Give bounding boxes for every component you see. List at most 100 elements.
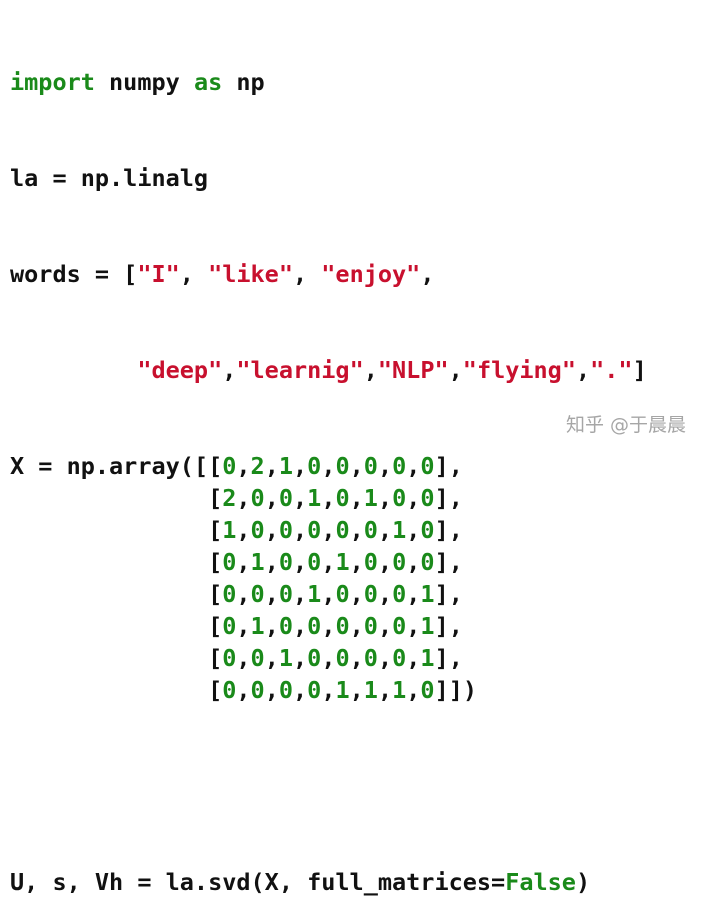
- matrix-value: 0: [420, 516, 435, 544]
- matrix-value: 2: [250, 452, 265, 480]
- watermark: 知乎 @于晨晨: [566, 414, 687, 436]
- matrix-value: 0: [278, 580, 294, 608]
- code-text: ],: [434, 580, 463, 608]
- string-literal: "enjoy": [321, 260, 421, 288]
- code-text: ],: [434, 612, 463, 640]
- matrix-value: 0: [222, 452, 237, 480]
- code-text: ],: [434, 484, 463, 512]
- matrix-value: 1: [278, 452, 294, 480]
- matrix-value: 0: [307, 548, 322, 576]
- comma: ,: [236, 612, 251, 640]
- comma: ,: [321, 516, 336, 544]
- matrix-value: 1: [392, 516, 407, 544]
- matrix-value: 0: [278, 676, 294, 704]
- matrix-literal: X = np.array([[0,2,1,0,0,0,0,0], [2,0,0,…: [10, 450, 647, 706]
- code-text: ,: [222, 356, 237, 384]
- matrix-value: 0: [222, 580, 237, 608]
- matrix-value: 0: [250, 580, 265, 608]
- keyword-false: False: [505, 868, 576, 896]
- code-indent: [: [10, 676, 223, 704]
- comma: ,: [264, 644, 279, 672]
- matrix-value: 0: [363, 516, 378, 544]
- code-indent: [: [10, 484, 223, 512]
- matrix-value: 0: [335, 580, 350, 608]
- comma: ,: [293, 484, 308, 512]
- comma: ,: [321, 484, 336, 512]
- matrix-value: 0: [363, 452, 378, 480]
- comma: ,: [321, 548, 336, 576]
- matrix-value: 2: [222, 484, 237, 512]
- string-literal: "learnig": [236, 356, 364, 384]
- matrix-value: 0: [420, 676, 435, 704]
- string-literal: "flying": [462, 356, 576, 384]
- matrix-value: 0: [307, 452, 322, 480]
- comma: ,: [321, 644, 336, 672]
- matrix-row-line: X = np.array([[0,2,1,0,0,0,0,0],: [10, 450, 647, 482]
- comma: ,: [377, 580, 393, 608]
- comma: ,: [406, 452, 421, 480]
- matrix-value: 1: [222, 516, 237, 544]
- matrix-value: 1: [363, 484, 378, 512]
- matrix-row-line: [0,0,0,0,1,1,1,0]]): [10, 674, 647, 706]
- matrix-value: 0: [392, 580, 407, 608]
- string-literal: "like": [208, 260, 293, 288]
- string-literal: "NLP": [377, 356, 449, 384]
- comma: ,: [349, 516, 364, 544]
- matrix-value: 0: [335, 644, 350, 672]
- comma: ,: [349, 676, 364, 704]
- code-text: words = [: [10, 260, 138, 288]
- matrix-row-line: [2,0,0,1,0,1,0,0],: [10, 482, 647, 514]
- comma: ,: [236, 484, 251, 512]
- matrix-row-line: [0,1,0,0,0,0,0,1],: [10, 610, 647, 642]
- comma: ,: [293, 548, 308, 576]
- comma: ,: [321, 612, 336, 640]
- comma: ,: [321, 452, 336, 480]
- comma: ,: [321, 580, 336, 608]
- string-literal: "deep": [137, 356, 223, 384]
- matrix-value: 1: [278, 644, 294, 672]
- comma: ,: [406, 580, 421, 608]
- string-literal: "I": [137, 260, 180, 288]
- code-indent: [: [10, 516, 223, 544]
- code-text: U, s, Vh = la.svd(X, full_matrices=: [10, 868, 506, 896]
- matrix-value: 0: [307, 516, 322, 544]
- matrix-value: 0: [307, 612, 322, 640]
- comma: ,: [264, 516, 279, 544]
- matrix-value: 1: [392, 676, 407, 704]
- matrix-row-line: [1,0,0,0,0,0,1,0],: [10, 514, 647, 546]
- matrix-value: 0: [363, 612, 378, 640]
- code-line-svd: U, s, Vh = la.svd(X, full_matrices=False…: [10, 866, 647, 898]
- matrix-value: 0: [250, 644, 265, 672]
- matrix-value: 0: [222, 644, 237, 672]
- code-text: ,: [448, 356, 463, 384]
- comma: ,: [264, 612, 279, 640]
- comma: ,: [406, 612, 421, 640]
- comma: ,: [406, 484, 421, 512]
- matrix-value: 1: [420, 580, 435, 608]
- comma: ,: [377, 452, 393, 480]
- matrix-value: 0: [278, 484, 294, 512]
- code-text: ): [575, 868, 591, 896]
- code-text: ,: [575, 356, 591, 384]
- comma: ,: [406, 548, 421, 576]
- code-indent: [: [10, 548, 223, 576]
- comma: ,: [406, 676, 421, 704]
- matrix-value: 0: [250, 484, 265, 512]
- matrix-value: 0: [363, 644, 378, 672]
- matrix-value: 0: [222, 676, 237, 704]
- comma: ,: [236, 676, 251, 704]
- matrix-value: 1: [307, 580, 322, 608]
- matrix-row-line: [0,0,0,1,0,0,0,1],: [10, 578, 647, 610]
- matrix-value: 1: [363, 676, 378, 704]
- code-line-words-1: words = ["I", "like", "enjoy",: [10, 258, 647, 290]
- matrix-row-line: [0,1,0,0,1,0,0,0],: [10, 546, 647, 578]
- keyword-as: as: [193, 68, 223, 96]
- comma: ,: [377, 548, 393, 576]
- matrix-value: 0: [335, 516, 350, 544]
- keyword-import: import: [10, 68, 95, 96]
- comma: ,: [264, 676, 279, 704]
- code-text: ,: [179, 260, 209, 288]
- comma: ,: [349, 452, 364, 480]
- code-line-words-2: "deep","learnig","NLP","flying","."]: [10, 354, 646, 386]
- code-indent: [: [10, 644, 223, 672]
